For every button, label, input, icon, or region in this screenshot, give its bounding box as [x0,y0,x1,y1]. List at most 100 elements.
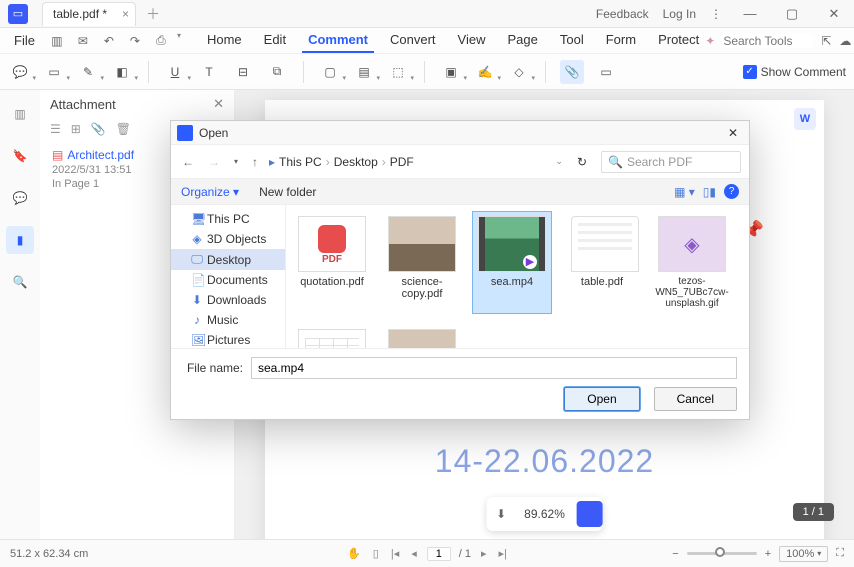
last-page-icon[interactable]: ▸| [497,547,509,560]
open-button[interactable]: Open [564,387,639,411]
stamp-tool[interactable]: ▣▾ [439,60,463,84]
erase-tool[interactable]: ◧▾ [110,60,134,84]
minimize-button[interactable]: — [736,6,764,21]
tree-pictures[interactable]: 🖼Pictures [171,330,285,348]
dialog-search[interactable]: 🔍 Search PDF [601,151,741,173]
thumbnails-icon[interactable]: ▥ [6,100,34,128]
search-tools-input[interactable] [723,34,813,48]
tree-this-pc[interactable]: 🖥This PC [171,209,285,229]
menu-page[interactable]: Page [502,28,544,53]
pin-tool[interactable]: ▭ [594,60,618,84]
zoom-out-icon[interactable]: − [672,548,678,560]
menu-form[interactable]: Form [600,28,642,53]
show-comment-toggle[interactable]: ✓ Show Comment [743,65,846,79]
file-item[interactable] [292,324,372,348]
cloud-icon[interactable]: ☁ [839,34,851,48]
organize-menu[interactable]: Organize ▾ [181,185,239,199]
bookmarks-icon[interactable]: 🔖 [6,142,34,170]
page-input[interactable] [427,547,451,561]
file-item[interactable] [382,324,462,348]
first-page-icon[interactable]: |◂ [389,547,401,560]
highlight-tool[interactable]: ✎▾ [76,60,100,84]
wand-icon[interactable]: ✦ [705,34,715,48]
zoom-handle[interactable] [577,501,603,527]
close-button[interactable]: ✕ [820,6,848,22]
text-format-tool[interactable]: T [197,60,221,84]
word-badge-icon[interactable]: W [794,108,816,130]
crumb-desktop[interactable]: Desktop [334,155,378,169]
new-folder-button[interactable]: New folder [259,185,316,199]
slider-thumb[interactable] [715,547,725,557]
filename-input[interactable] [251,357,737,379]
download-icon[interactable]: ⬇ [486,507,516,521]
crumb-this-pc[interactable]: This PC [279,155,322,169]
attachments-icon[interactable]: ▮ [6,226,34,254]
zoom-value[interactable]: 100%▾ [779,546,828,562]
login-link[interactable]: Log In [663,7,696,21]
textbox-tool[interactable]: ⊟ [231,60,255,84]
menu-tool[interactable]: Tool [554,28,590,53]
menu-convert[interactable]: Convert [384,28,442,53]
file-item[interactable]: quotation.pdf [292,211,372,314]
back-icon[interactable]: ← [179,155,197,169]
panel-close-icon[interactable]: ✕ [213,96,224,112]
note-tool[interactable]: 💬▾ [8,60,32,84]
menu-edit[interactable]: Edit [258,28,292,53]
shape-tool[interactable]: ▢▾ [318,60,342,84]
select-tool-icon[interactable]: ▯ [371,547,381,560]
undo-icon[interactable]: ↶ [99,31,119,51]
file-item[interactable]: science-copy.pdf [382,211,462,314]
file-item-selected[interactable]: sea.mp4 [472,211,552,314]
close-icon[interactable]: × [122,7,129,21]
help-icon[interactable]: ? [724,184,739,199]
sign-tool[interactable]: ✍▾ [473,60,497,84]
recent-icon[interactable]: ▾ [231,157,241,166]
add-tab-button[interactable]: ＋ [146,4,160,24]
view-mode-icon[interactable]: ▦ ▾ [674,185,695,199]
print-icon[interactable]: ⎙ [151,31,171,51]
file-menu[interactable]: File [4,29,45,52]
more-icon[interactable]: ⋮ [710,7,722,21]
mail-icon[interactable]: ✉ [73,31,93,51]
underline-tool[interactable]: U▾ [163,60,187,84]
list-tool[interactable]: ▤▾ [352,60,376,84]
search-icon[interactable]: 🔍 [6,268,34,296]
up-icon[interactable]: ↑ [249,155,261,169]
breadcrumb[interactable]: ▸ This PC› Desktop› PDF ⌄ [269,155,563,169]
maximize-button[interactable]: ▢ [778,6,806,22]
text-tool[interactable]: ▭▾ [42,60,66,84]
chevron-down-icon[interactable]: ▾ [177,31,181,51]
refresh-icon[interactable]: ↻ [571,155,593,169]
attachment-tool[interactable]: 📎 [560,60,584,84]
paperclip-icon[interactable]: 📎 [91,122,106,136]
attach-add-icon[interactable]: ⊞ [71,122,81,136]
redo-icon[interactable]: ↷ [125,31,145,51]
preview-pane-icon[interactable]: ▯▮ [703,185,716,199]
tree-documents[interactable]: 📄Documents [171,270,285,290]
menu-home[interactable]: Home [201,28,248,53]
next-page-icon[interactable]: ▸ [479,547,489,560]
prev-page-icon[interactable]: ◂ [409,547,419,560]
share-icon[interactable]: ⇱ [821,34,831,48]
crumb-pdf[interactable]: PDF [390,155,414,169]
file-item[interactable]: table.pdf [562,211,642,314]
list-view-icon[interactable]: ☰ [50,122,61,136]
menu-comment[interactable]: Comment [302,28,374,53]
delete-icon[interactable]: 🗑 [116,122,131,136]
hand-tool-icon[interactable]: ✋ [345,547,363,560]
document-tab[interactable]: table.pdf * × [42,2,136,26]
menu-view[interactable]: View [452,28,492,53]
tree-music[interactable]: ♪Music [171,310,285,330]
measure-tool[interactable]: ◇▾ [507,60,531,84]
tree-desktop[interactable]: 🖵Desktop [171,249,285,270]
zoom-in-icon[interactable]: + [765,548,771,560]
save-icon[interactable]: ▥ [47,31,67,51]
tree-downloads[interactable]: ⬇Downloads [171,290,285,310]
file-item[interactable]: tezos-WN5_7UBc7cw-unsplash.gif [652,211,732,314]
zoom-slider[interactable] [687,552,757,555]
forward-icon[interactable]: → [205,155,223,169]
dialog-close-icon[interactable]: ✕ [723,126,743,140]
comments-icon[interactable]: 💬 [6,184,34,212]
feedback-link[interactable]: Feedback [596,7,649,21]
cancel-button[interactable]: Cancel [654,387,737,411]
